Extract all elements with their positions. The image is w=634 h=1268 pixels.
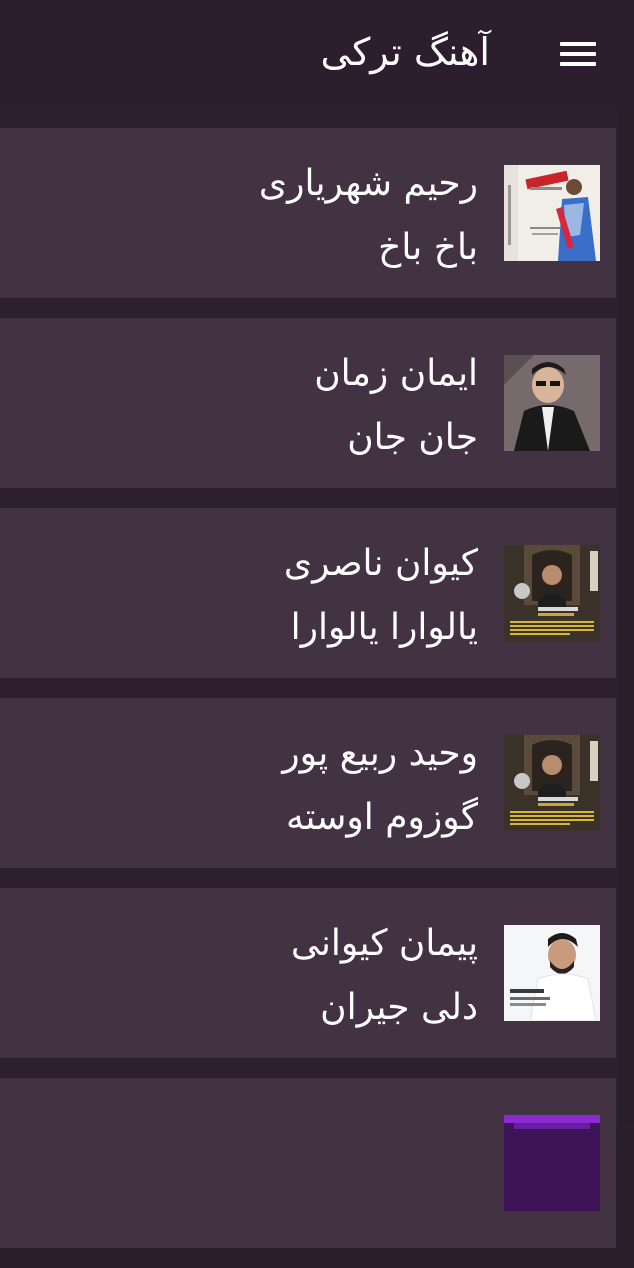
song-card[interactable]: پیمان کیوانی دلی جیران bbox=[0, 888, 616, 1058]
app-header: آهنگ ترکی bbox=[0, 0, 634, 108]
menu-bar-bottom bbox=[560, 62, 596, 66]
song-title: جان جان bbox=[347, 417, 478, 458]
song-title: گوزوم اوسته bbox=[286, 797, 478, 838]
album-cover-image bbox=[504, 1115, 600, 1211]
menu-bar-top bbox=[560, 42, 596, 46]
song-list: رحیم شهریاری باخ باخ ایمان زمان جان جان … bbox=[0, 128, 616, 1268]
app-screen: آهنگ ترکی رحیم شهریاری باخ باخ ایمان زما… bbox=[0, 0, 634, 1248]
album-cover-image bbox=[504, 925, 600, 1021]
artist-name: کیوان ناصری bbox=[283, 543, 478, 584]
hamburger-menu-icon[interactable] bbox=[556, 38, 600, 70]
song-card[interactable] bbox=[0, 1078, 616, 1248]
song-card[interactable]: ایمان زمان جان جان bbox=[0, 318, 616, 488]
song-card[interactable]: وحید ربیع پور گوزوم اوسته bbox=[0, 698, 616, 868]
song-card[interactable]: کیوان ناصری یالوارا یالوارا bbox=[0, 508, 616, 678]
song-title: یالوارا یالوارا bbox=[290, 607, 478, 648]
menu-bar-middle bbox=[560, 52, 596, 56]
album-cover-image bbox=[504, 735, 600, 831]
album-cover-image bbox=[504, 545, 600, 641]
album-cover-image bbox=[504, 165, 600, 261]
artist-name: ایمان زمان bbox=[314, 353, 478, 394]
album-cover-image bbox=[504, 355, 600, 451]
artist-name: رحیم شهریاری bbox=[258, 163, 478, 204]
page-title: آهنگ ترکی bbox=[320, 30, 490, 74]
song-title: باخ باخ bbox=[378, 227, 478, 268]
song-card[interactable]: رحیم شهریاری باخ باخ bbox=[0, 128, 616, 298]
song-title: دلی جیران bbox=[320, 987, 478, 1028]
artist-name: پیمان کیوانی bbox=[290, 923, 478, 964]
scrollbar-track[interactable] bbox=[618, 108, 634, 1126]
artist-name: وحید ربیع پور bbox=[282, 733, 478, 774]
